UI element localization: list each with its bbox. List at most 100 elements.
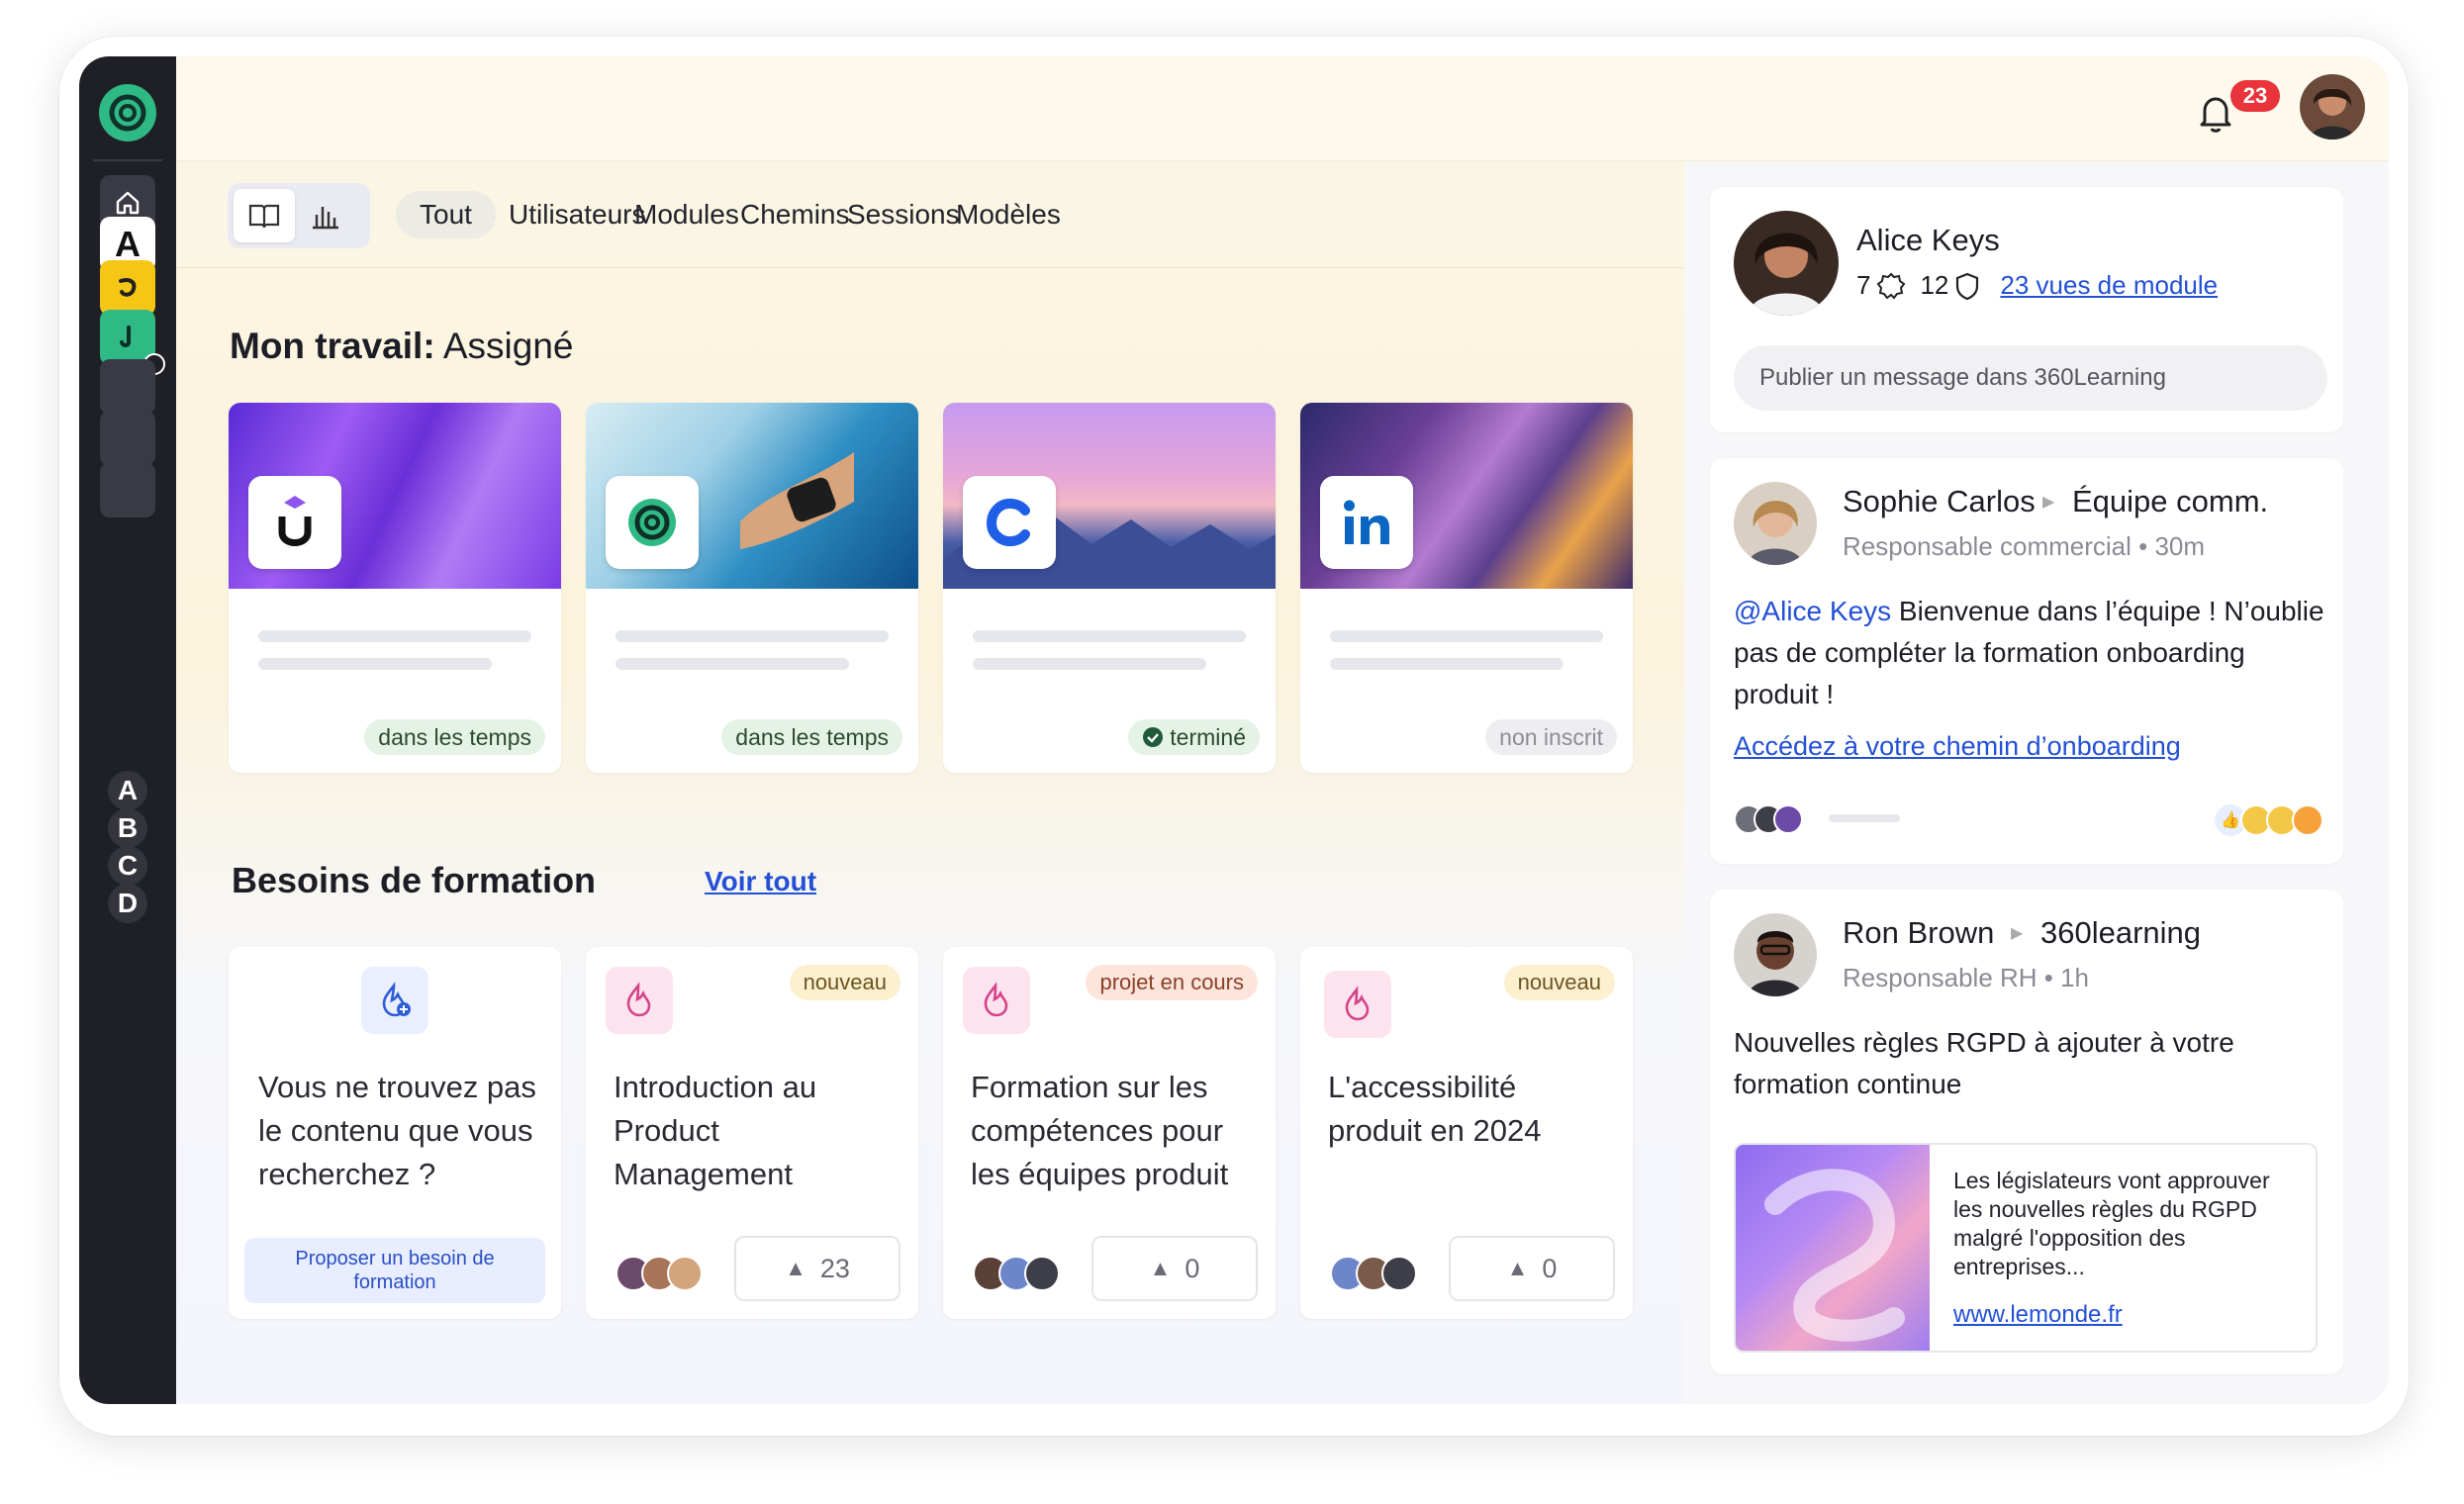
card-cover-image (1300, 403, 1633, 589)
see-all-link[interactable]: Voir tout (705, 866, 816, 897)
feed-post-1: Sophie Carlos ▶ Équipe comm. Responsable… (1710, 458, 2343, 864)
voter-avatars (616, 1256, 703, 1291)
book-view-icon[interactable] (234, 189, 295, 242)
linkedin-logo (1320, 476, 1413, 569)
user-avatar[interactable] (2300, 74, 2365, 140)
card-cover-image (229, 403, 561, 589)
upvote-button[interactable]: ▲ 0 (1449, 1236, 1615, 1301)
360learning-logo (606, 476, 699, 569)
chart-view-icon[interactable] (295, 189, 356, 242)
post-text: Nouvelles règles RGPD à ajouter à votre … (1734, 1027, 2234, 1099)
post-body: @Alice Keys Bienvenue dans l’équipe ! N’… (1734, 591, 2327, 715)
author-avatar[interactable] (1734, 913, 1817, 996)
reactions[interactable]: 👍 (2215, 804, 2323, 836)
my-work-title: Mon travail: Assigné (230, 326, 574, 367)
rail-letter-c[interactable]: C (108, 846, 147, 886)
check-icon (1143, 727, 1164, 747)
rail-letter-d[interactable]: D (108, 884, 147, 923)
profile-stats: 7 12 23 vues de module (1856, 270, 2218, 301)
author-avatar[interactable] (1734, 482, 1817, 565)
module-card-360[interactable]: dans les temps (586, 403, 918, 773)
tag-badge: nouveau (1503, 965, 1615, 1000)
onboarding-link[interactable]: Accédez à votre chemin d’onboarding (1734, 731, 2181, 762)
tab-modeles[interactable]: Modèles (932, 191, 1085, 238)
arrow-right-icon: ▶ (2042, 494, 2055, 511)
placeholder-app-3[interactable] (100, 462, 155, 517)
upvote-icon: ▲ (1149, 1256, 1172, 1280)
need-text: Formation sur les compétences pour les é… (971, 1070, 1229, 1191)
status-badge: non inscrit (1485, 719, 1617, 755)
placeholder-app-1[interactable] (100, 359, 155, 415)
tab-tout[interactable]: Tout (396, 191, 496, 238)
propose-need-button[interactable]: Proposer un besoin de formation (244, 1238, 545, 1303)
badge-icon (1877, 272, 1906, 300)
voter-avatars (1330, 1256, 1417, 1291)
post-target[interactable]: Équipe comm. (2072, 484, 2268, 519)
profile-name: Alice Keys (1856, 223, 2000, 257)
placeholder-line (616, 630, 889, 642)
training-needs-title: Besoins de formation (232, 860, 597, 900)
post-target[interactable]: 360learning (2040, 915, 2201, 951)
author-role: Responsable RH • 1h (1843, 963, 2090, 992)
placeholder-line (973, 630, 1246, 642)
status-badge: dans les temps (721, 719, 902, 755)
need-card[interactable]: nouveau L'accessibilité produit en 2024 … (1300, 947, 1633, 1319)
flame-add-icon (361, 967, 428, 1034)
post-input[interactable]: Publier un message dans 360Learning (1734, 345, 2327, 411)
flame-icon (1324, 971, 1391, 1038)
placeholder-app-2[interactable] (100, 411, 155, 466)
360learning-logo[interactable] (99, 84, 156, 141)
preview-link[interactable]: www.lemonde.fr (1953, 1301, 2123, 1329)
upvote-button[interactable]: ▲ 23 (734, 1236, 900, 1301)
author-name[interactable]: Ron Brown (1843, 915, 1994, 951)
status-badge-completed: terminé (1128, 719, 1260, 755)
view-toggle (228, 183, 370, 248)
stat-shields: 12 (1920, 270, 1949, 300)
link-preview[interactable]: Les législateurs vont approuver les nouv… (1734, 1143, 2318, 1353)
module-card-udemy[interactable]: dans les temps (229, 403, 561, 773)
rail-letter-b[interactable]: B (108, 808, 147, 848)
left-rail: A A B C D (79, 56, 176, 1404)
placeholder-line (258, 658, 492, 670)
my-work-title-bold: Mon travail: (230, 326, 435, 366)
need-card[interactable]: projet en cours Formation sur les compét… (943, 947, 1276, 1319)
filter-tabs: Tout Utilisateurs Modules Chemins Sessio… (176, 161, 1684, 268)
tag-badge: nouveau (789, 965, 900, 1000)
app-yellow-button[interactable] (100, 260, 155, 316)
module-card-coursera[interactable]: terminé (943, 403, 1276, 773)
propose-need-card: Vous ne trouvez pas le contenu que vous … (229, 947, 561, 1319)
need-text: Introduction au Product Management (614, 1070, 817, 1191)
status-badge: dans les temps (364, 719, 545, 755)
rail-letter-a[interactable]: A (108, 771, 147, 810)
app-window: A A B C D 23 Tout Utilisateurs Modules C… (79, 56, 2389, 1404)
module-views-link[interactable]: 23 vues de module (2000, 270, 2218, 301)
mention-link[interactable]: @Alice Keys (1734, 596, 1891, 626)
need-card[interactable]: nouveau Introduction au Product Manageme… (586, 947, 918, 1319)
app-green-button[interactable] (100, 310, 165, 375)
upvote-icon: ▲ (785, 1256, 806, 1280)
preview-image (1736, 1145, 1930, 1351)
placeholder-line (1330, 630, 1603, 642)
upvote-button[interactable]: ▲ 0 (1091, 1236, 1258, 1301)
rail-divider (93, 159, 162, 161)
module-card-linkedin[interactable]: non inscrit (1300, 403, 1633, 773)
profile-avatar[interactable] (1734, 211, 1839, 316)
arrow-right-icon: ▶ (2011, 925, 2024, 942)
feed-post-2: Ron Brown ▶ 360learning Responsable RH •… (1710, 890, 2343, 1374)
my-work-title-rest: Assigné (434, 326, 574, 366)
placeholder-line (973, 658, 1206, 670)
voter-avatars (973, 1256, 1060, 1291)
angry-emoji-icon (2292, 804, 2323, 836)
stat-badges: 7 (1856, 270, 1871, 300)
upvote-icon: ▲ (1506, 1256, 1529, 1280)
reader-avatars (1734, 804, 1803, 834)
propose-need-text: Vous ne trouvez pas le contenu que vous … (258, 1070, 536, 1191)
app-a-label: A (115, 224, 141, 264)
profile-panel: Alice Keys 7 12 23 vues de module Publie… (1710, 187, 2343, 432)
flame-icon (963, 967, 1030, 1034)
card-cover-image (586, 403, 918, 589)
author-name[interactable]: Sophie Carlos (1843, 484, 2036, 519)
social-sidebar: Alice Keys 7 12 23 vues de module Publie… (1684, 161, 2389, 1404)
author-role: Responsable commercial • 30m (1843, 531, 2206, 561)
status-label: terminé (1170, 723, 1246, 750)
